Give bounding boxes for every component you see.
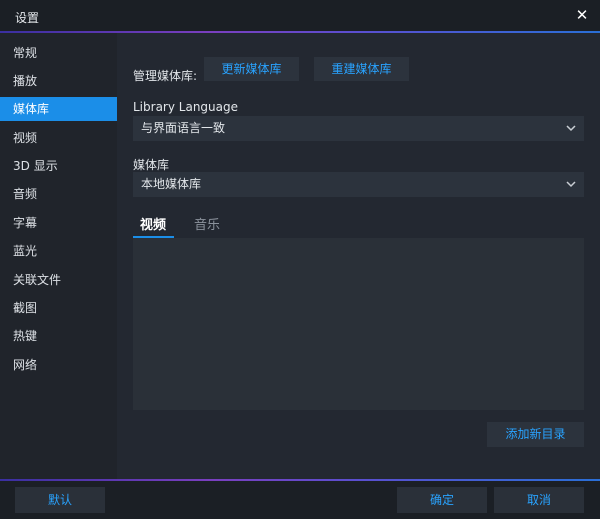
library-language-value: 与界面语言一致 xyxy=(141,121,226,135)
ok-button[interactable]: 确定 xyxy=(397,487,487,513)
sidebar-item-file-associations[interactable]: 关联文件 xyxy=(0,268,117,292)
sidebar-item-general[interactable]: 常规 xyxy=(0,41,117,65)
tab-music[interactable]: 音乐 xyxy=(194,214,220,236)
close-icon[interactable]: ✕ xyxy=(574,6,590,24)
settings-sidebar: 常规 播放 媒体库 视频 3D 显示 音频 字幕 蓝光 关联文件 截图 热键 网… xyxy=(0,33,117,479)
manage-library-label: 管理媒体库: xyxy=(133,69,198,83)
update-library-button[interactable]: 更新媒体库 xyxy=(204,57,299,81)
sidebar-item-screenshot[interactable]: 截图 xyxy=(0,296,117,320)
sidebar-item-subtitles[interactable]: 字幕 xyxy=(0,211,117,235)
rebuild-library-button[interactable]: 重建媒体库 xyxy=(314,57,409,81)
sidebar-item-3d-display[interactable]: 3D 显示 xyxy=(0,154,117,178)
library-language-label: Library Language xyxy=(133,100,238,114)
directory-list[interactable] xyxy=(133,238,584,410)
media-library-select[interactable]: 本地媒体库 xyxy=(133,172,584,197)
tab-video[interactable]: 视频 xyxy=(140,214,166,236)
chevron-down-icon xyxy=(566,181,576,188)
title-bar: 设置 ✕ xyxy=(0,0,600,31)
sidebar-item-hotkeys[interactable]: 热键 xyxy=(0,324,117,348)
sidebar-item-network[interactable]: 网络 xyxy=(0,353,117,377)
sidebar-item-video[interactable]: 视频 xyxy=(0,126,117,150)
add-directory-button[interactable]: 添加新目录 xyxy=(487,422,584,447)
sidebar-item-bluray[interactable]: 蓝光 xyxy=(0,239,117,263)
dialog-footer: 默认 确定 取消 xyxy=(0,481,600,519)
window-title: 设置 xyxy=(15,11,40,25)
library-language-select[interactable]: 与界面语言一致 xyxy=(133,116,584,141)
cancel-button[interactable]: 取消 xyxy=(494,487,584,513)
sidebar-item-media-library[interactable]: 媒体库 xyxy=(0,97,117,121)
media-library-value: 本地媒体库 xyxy=(141,177,202,191)
sidebar-item-playback[interactable]: 播放 xyxy=(0,69,117,93)
sidebar-item-audio[interactable]: 音频 xyxy=(0,182,117,206)
media-library-label: 媒体库 xyxy=(133,158,170,172)
chevron-down-icon xyxy=(566,125,576,132)
default-button[interactable]: 默认 xyxy=(15,487,105,513)
